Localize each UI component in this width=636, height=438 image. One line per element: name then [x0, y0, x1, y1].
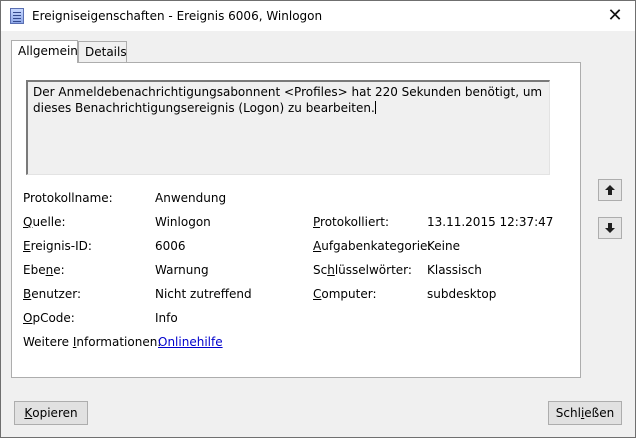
- quelle-label: Quelle:: [23, 215, 66, 229]
- schluesselwoerter-value: Klassisch: [427, 263, 482, 277]
- ereignis-id-label: Ereignis-ID:: [23, 239, 92, 253]
- schluesselwoerter-label: Schlüsselwörter:: [313, 263, 412, 277]
- aufgabenkategorie-label: Aufgabenkategorie:: [313, 239, 432, 253]
- opcode-label: OpCode:: [23, 311, 75, 325]
- next-event-button[interactable]: [598, 217, 622, 239]
- quelle-value: Winlogon: [155, 215, 211, 229]
- computer-value: subdesktop: [427, 287, 497, 301]
- aufgabenkategorie-value: Keine: [427, 239, 460, 253]
- arrow-down-icon: [605, 223, 615, 233]
- event-properties-window: Ereigniseigenschaften - Ereignis 6006, W…: [0, 0, 636, 438]
- ebene-label: Ebene:: [23, 263, 65, 277]
- opcode-value: Info: [155, 311, 178, 325]
- general-tab-panel: Der Anmeldebenachrichtigungsabonnent <Pr…: [11, 62, 581, 378]
- close-icon: ✕: [607, 5, 623, 26]
- copy-button[interactable]: Kopieren: [14, 401, 88, 425]
- protokollname-value: Anwendung: [155, 191, 227, 205]
- previous-event-button[interactable]: [598, 179, 622, 201]
- computer-label: Computer:: [313, 287, 377, 301]
- protokolliert-label: Protokolliert:: [313, 215, 390, 229]
- protokolliert-value: 13.11.2015 12:37:47: [427, 215, 554, 229]
- event-description-box[interactable]: Der Anmeldebenachrichtigungsabonnent <Pr…: [26, 80, 550, 175]
- tab-details[interactable]: Details: [78, 41, 127, 62]
- onlinehilfe-link[interactable]: Onlinehilfe: [158, 335, 223, 349]
- benutzer-value: Nicht zutreffend: [155, 287, 252, 301]
- text-caret: [374, 101, 376, 114]
- close-window-button[interactable]: ✕: [595, 1, 635, 31]
- title-bar[interactable]: Ereigniseigenschaften - Ereignis 6006, W…: [1, 1, 635, 31]
- event-viewer-icon: [10, 8, 24, 24]
- ebene-value: Warnung: [155, 263, 209, 277]
- weitere-informationen-label: Weitere Informationen:: [23, 335, 162, 349]
- tab-allgemein[interactable]: Allgemein: [11, 40, 78, 63]
- protokollname-label: Protokollname:: [23, 191, 113, 205]
- window-title: Ereigniseigenschaften - Ereignis 6006, W…: [32, 9, 323, 23]
- benutzer-label: Benutzer:: [23, 287, 81, 301]
- ereignis-id-value: 6006: [155, 239, 186, 253]
- event-description-text: Der Anmeldebenachrichtigungsabonnent <Pr…: [33, 85, 543, 115]
- close-button[interactable]: Schl i eßen: [548, 401, 622, 425]
- arrow-up-icon: [605, 185, 615, 195]
